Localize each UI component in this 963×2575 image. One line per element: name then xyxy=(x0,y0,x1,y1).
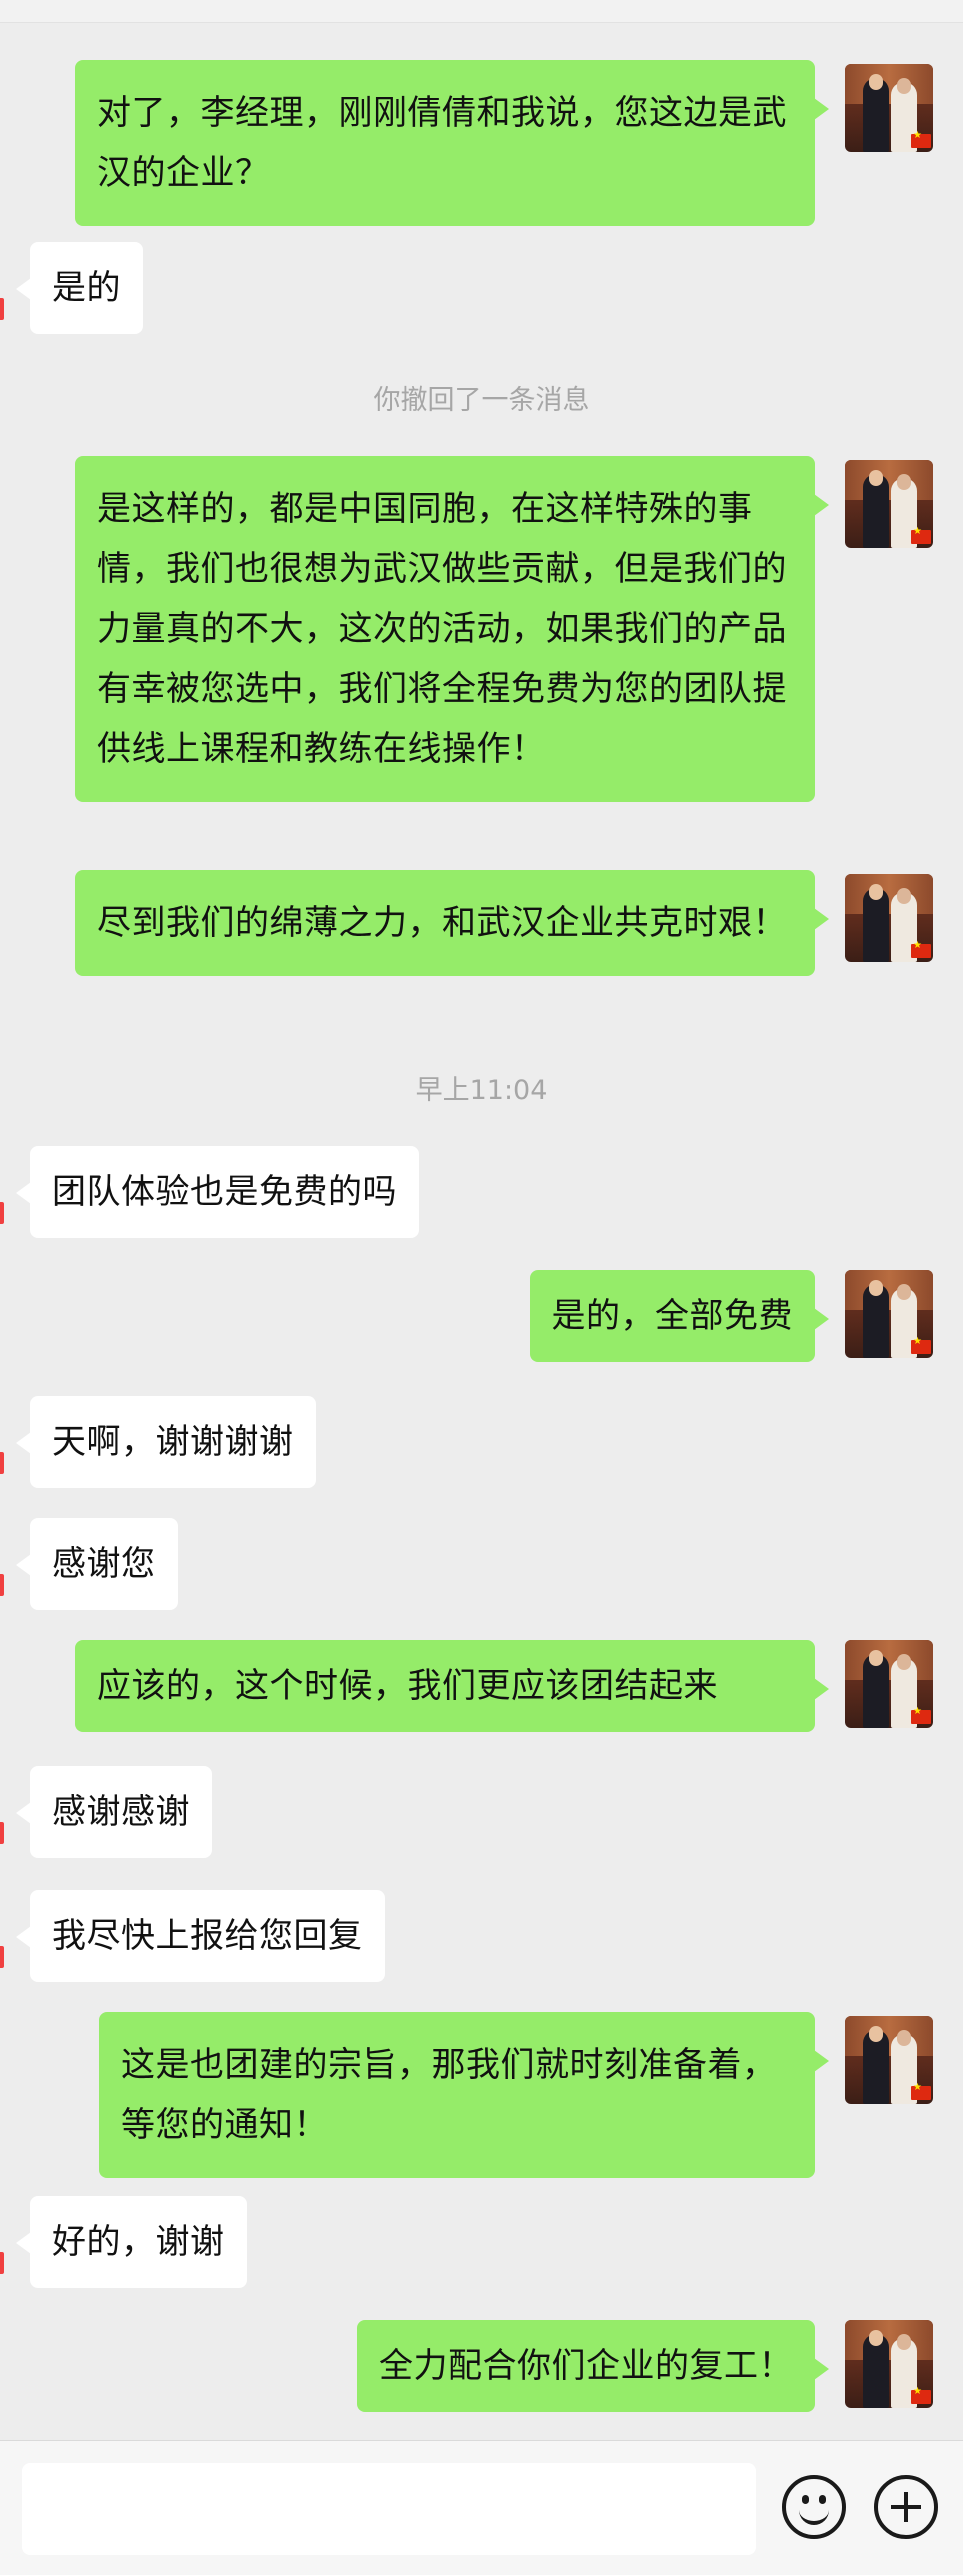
received-message-bubble[interactable]: 感谢感谢 xyxy=(16,1766,212,1858)
china-flag-icon xyxy=(911,940,931,958)
received-message-bubble[interactable]: 我尽快上报给您回复 xyxy=(16,1890,385,1982)
china-flag-icon xyxy=(911,526,931,544)
sent-message-bubble[interactable]: 尽到我们的绵薄之力，和武汉企业共克时艰！ xyxy=(75,870,829,976)
emoji-icon[interactable] xyxy=(782,2475,846,2539)
china-flag-icon xyxy=(911,1706,931,1724)
unread-mark xyxy=(0,2252,4,2274)
received-message-bubble[interactable]: 团队体验也是免费的吗 xyxy=(16,1146,419,1238)
recall-notice: 你撤回了一条消息 xyxy=(373,385,590,416)
sent-message-bubble[interactable]: 是这样的，都是中国同胞，在这样特殊的事情，我们也很想为武汉做些贡献，但是我们的力… xyxy=(75,456,829,802)
my-avatar[interactable] xyxy=(845,64,933,152)
unread-mark xyxy=(0,1452,4,1474)
my-avatar[interactable] xyxy=(845,2320,933,2408)
my-avatar[interactable] xyxy=(845,1270,933,1358)
my-avatar[interactable] xyxy=(845,874,933,962)
timestamp: 早上11:04 xyxy=(415,1075,548,1106)
china-flag-icon xyxy=(911,130,931,148)
message-input[interactable] xyxy=(22,2463,756,2555)
chat-area[interactable]: 对了，李经理，刚刚倩倩和我说，您这边是武汉的企业？ 是的 你撤回了一条消息 是这… xyxy=(0,0,963,2440)
my-avatar[interactable] xyxy=(845,1640,933,1728)
my-avatar[interactable] xyxy=(845,460,933,548)
received-message-bubble[interactable]: 是的 xyxy=(16,242,143,334)
received-message-bubble[interactable]: 感谢您 xyxy=(16,1518,178,1610)
unread-mark xyxy=(0,1574,4,1596)
china-flag-icon xyxy=(911,2386,931,2404)
sent-message-bubble[interactable]: 全力配合你们企业的复工！ xyxy=(357,2320,829,2412)
plus-icon[interactable] xyxy=(874,2475,938,2539)
received-message-bubble[interactable]: 天啊，谢谢谢谢 xyxy=(16,1396,316,1488)
unread-mark xyxy=(0,1822,4,1844)
unread-mark xyxy=(0,298,4,320)
my-avatar[interactable] xyxy=(845,2016,933,2104)
input-toolbar xyxy=(0,2440,963,2575)
unread-mark xyxy=(0,1202,4,1224)
unread-mark xyxy=(0,1946,4,1968)
sent-message-bubble[interactable]: 对了，李经理，刚刚倩倩和我说，您这边是武汉的企业？ xyxy=(75,60,829,226)
china-flag-icon xyxy=(911,1336,931,1354)
sent-message-bubble[interactable]: 应该的，这个时候，我们更应该团结起来 xyxy=(75,1640,829,1732)
china-flag-icon xyxy=(911,2082,931,2100)
sent-message-bubble[interactable]: 是的，全部免费 xyxy=(529,1270,829,1362)
received-message-bubble[interactable]: 好的，谢谢 xyxy=(16,2196,247,2288)
sent-message-bubble[interactable]: 这是也团建的宗旨，那我们就时刻准备着，等您的通知！ xyxy=(99,2012,829,2178)
header-edge xyxy=(0,0,963,23)
